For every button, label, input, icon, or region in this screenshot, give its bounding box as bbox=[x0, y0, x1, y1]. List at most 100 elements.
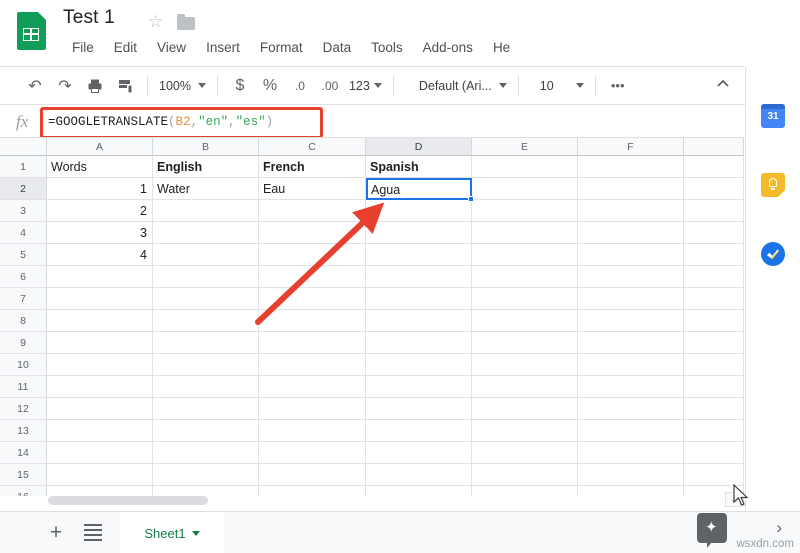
cell[interactable] bbox=[259, 310, 366, 332]
cell[interactable] bbox=[472, 486, 578, 496]
cell[interactable] bbox=[153, 266, 259, 288]
cell[interactable] bbox=[259, 464, 366, 486]
formula-input[interactable]: =GOOGLETRANSLATE(B2, "en", "es") bbox=[48, 111, 316, 132]
google-calendar-icon[interactable]: 31 bbox=[761, 104, 785, 128]
cell[interactable] bbox=[684, 354, 744, 376]
menu-item-format[interactable]: Format bbox=[250, 38, 313, 57]
cell[interactable] bbox=[47, 310, 153, 332]
folder-icon[interactable] bbox=[177, 14, 195, 30]
font-family-selector[interactable]: Default (Ari... bbox=[415, 79, 511, 93]
cell-D1[interactable]: Spanish bbox=[366, 156, 472, 178]
column-header-d[interactable]: D bbox=[366, 138, 472, 156]
horizontal-scrollbar-thumb[interactable] bbox=[48, 496, 208, 505]
cell[interactable] bbox=[684, 156, 744, 178]
cell[interactable] bbox=[578, 398, 684, 420]
column-header-g[interactable] bbox=[684, 138, 744, 156]
cell[interactable] bbox=[578, 420, 684, 442]
cell[interactable] bbox=[47, 442, 153, 464]
row-header-9[interactable]: 9 bbox=[0, 332, 47, 354]
cell[interactable] bbox=[153, 398, 259, 420]
cell[interactable] bbox=[472, 332, 578, 354]
row-header-11[interactable]: 11 bbox=[0, 376, 47, 398]
cell[interactable] bbox=[47, 398, 153, 420]
cell[interactable] bbox=[472, 288, 578, 310]
row-header-8[interactable]: 8 bbox=[0, 310, 47, 332]
cell-A1[interactable]: Words bbox=[47, 156, 153, 178]
redo-icon[interactable]: ↷ bbox=[50, 71, 80, 101]
expand-panel-button[interactable]: › bbox=[776, 519, 782, 536]
cell[interactable] bbox=[259, 420, 366, 442]
menu-item-insert[interactable]: Insert bbox=[196, 38, 250, 57]
font-size-selector[interactable]: 10 bbox=[536, 79, 588, 93]
cell[interactable] bbox=[47, 288, 153, 310]
cell[interactable] bbox=[366, 354, 472, 376]
cell[interactable] bbox=[153, 464, 259, 486]
cell-C1[interactable]: French bbox=[259, 156, 366, 178]
cell[interactable] bbox=[472, 156, 578, 178]
cell[interactable] bbox=[578, 156, 684, 178]
google-keep-icon[interactable] bbox=[761, 173, 785, 197]
cell[interactable] bbox=[472, 222, 578, 244]
row-header-2[interactable]: 2 bbox=[0, 178, 47, 200]
cell[interactable] bbox=[472, 376, 578, 398]
cell-A4[interactable]: 3 bbox=[47, 222, 153, 244]
cell[interactable] bbox=[366, 266, 472, 288]
cell[interactable] bbox=[684, 442, 744, 464]
cell[interactable] bbox=[366, 310, 472, 332]
cell[interactable] bbox=[47, 266, 153, 288]
column-header-f[interactable]: F bbox=[578, 138, 684, 156]
cell[interactable] bbox=[366, 288, 472, 310]
row-header-12[interactable]: 12 bbox=[0, 398, 47, 420]
percent-format-icon[interactable]: % bbox=[255, 71, 285, 101]
cell-A5[interactable]: 4 bbox=[47, 244, 153, 266]
cell[interactable] bbox=[153, 442, 259, 464]
cell-B1[interactable]: English bbox=[153, 156, 259, 178]
row-header-3[interactable]: 3 bbox=[0, 200, 47, 222]
cell[interactable] bbox=[684, 464, 744, 486]
cell[interactable] bbox=[578, 486, 684, 496]
cell[interactable] bbox=[684, 266, 744, 288]
decrease-decimal-icon[interactable]: .0 bbox=[285, 71, 315, 101]
cell[interactable] bbox=[472, 244, 578, 266]
cell[interactable] bbox=[472, 266, 578, 288]
cell[interactable] bbox=[366, 442, 472, 464]
cell[interactable] bbox=[259, 332, 366, 354]
cell-B2[interactable]: Water bbox=[153, 178, 259, 200]
select-all-corner[interactable] bbox=[0, 138, 47, 156]
cell[interactable] bbox=[153, 244, 259, 266]
cell[interactable] bbox=[153, 486, 259, 496]
spreadsheet-grid[interactable]: ABCDEF 12345678910111213141516 WordsEngl… bbox=[0, 138, 745, 496]
cell[interactable] bbox=[578, 222, 684, 244]
document-title[interactable]: Test 1 bbox=[63, 7, 115, 29]
cell[interactable] bbox=[578, 310, 684, 332]
cell[interactable] bbox=[153, 420, 259, 442]
column-header-e[interactable]: E bbox=[472, 138, 578, 156]
cell[interactable] bbox=[153, 222, 259, 244]
column-header-c[interactable]: C bbox=[259, 138, 366, 156]
cell[interactable] bbox=[47, 376, 153, 398]
print-icon[interactable] bbox=[80, 71, 110, 101]
menu-item-edit[interactable]: Edit bbox=[104, 38, 147, 57]
row-header-4[interactable]: 4 bbox=[0, 222, 47, 244]
cell[interactable] bbox=[578, 376, 684, 398]
cell[interactable] bbox=[472, 420, 578, 442]
cell[interactable] bbox=[578, 178, 684, 200]
cell[interactable] bbox=[259, 222, 366, 244]
cell-C2[interactable]: Eau bbox=[259, 178, 366, 200]
row-header-14[interactable]: 14 bbox=[0, 442, 47, 464]
cell[interactable] bbox=[153, 200, 259, 222]
cell[interactable] bbox=[366, 464, 472, 486]
cell[interactable] bbox=[153, 332, 259, 354]
cell[interactable] bbox=[47, 332, 153, 354]
all-sheets-icon[interactable] bbox=[84, 524, 102, 541]
cell[interactable] bbox=[366, 222, 472, 244]
cell[interactable] bbox=[366, 376, 472, 398]
cell[interactable] bbox=[47, 464, 153, 486]
cell[interactable] bbox=[472, 398, 578, 420]
menu-item-file[interactable]: File bbox=[66, 38, 104, 57]
cell[interactable] bbox=[684, 376, 744, 398]
number-format-selector[interactable]: 123 bbox=[345, 79, 386, 93]
cell[interactable] bbox=[153, 376, 259, 398]
paint-format-icon[interactable] bbox=[110, 71, 140, 101]
menu-item-tools[interactable]: Tools bbox=[361, 38, 413, 57]
